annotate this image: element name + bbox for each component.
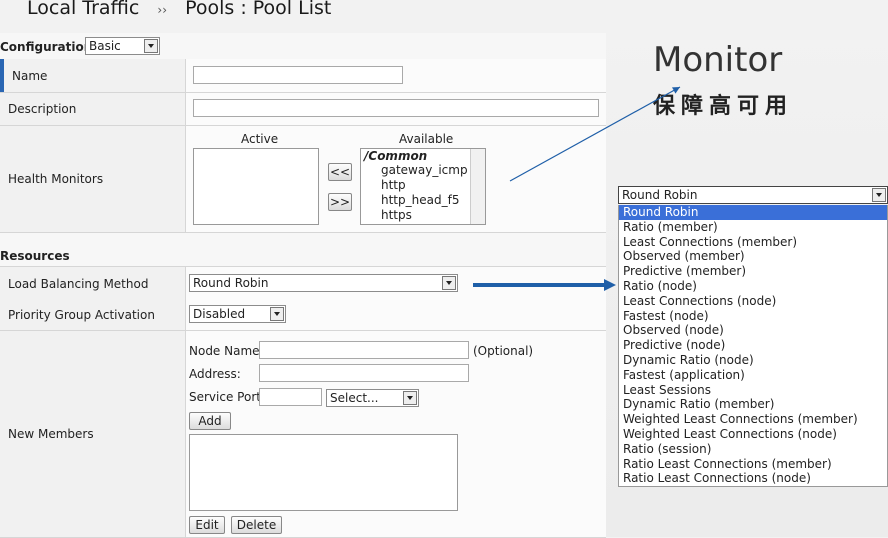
dropdown-option[interactable]: Dynamic Ratio (node) bbox=[619, 353, 887, 368]
dropdown-option[interactable]: Observed (node) bbox=[619, 323, 887, 338]
dropdown-option[interactable]: Fastest (application) bbox=[619, 368, 887, 383]
dropdown-option[interactable]: Least Sessions bbox=[619, 383, 887, 398]
dropdown-option[interactable]: Ratio Least Connections (node) bbox=[619, 471, 887, 486]
dropdown-selected[interactable]: Round Robin bbox=[618, 186, 888, 204]
monitor-arrow bbox=[509, 86, 681, 182]
load-balancing-dropdown[interactable]: Round Robin Round Robin Ratio (member) Lea… bbox=[618, 186, 888, 488]
dropdown-option[interactable]: Ratio Least Connections (member) bbox=[619, 457, 887, 472]
dropdown-option[interactable]: Predictive (member) bbox=[619, 264, 887, 279]
dropdown-option[interactable]: Weighted Least Connections (node) bbox=[619, 427, 887, 442]
dropdown-option[interactable]: Predictive (node) bbox=[619, 338, 887, 353]
dropdown-option[interactable]: Ratio (member) bbox=[619, 220, 887, 235]
dropdown-option[interactable]: Fastest (node) bbox=[619, 309, 887, 324]
dropdown-option[interactable]: Least Connections (member) bbox=[619, 235, 887, 250]
lb-arrow-head bbox=[604, 279, 616, 291]
dropdown-option[interactable]: Round Robin bbox=[619, 205, 887, 220]
chevron-down-icon bbox=[872, 188, 886, 202]
dropdown-option[interactable]: Weighted Least Connections (member) bbox=[619, 412, 887, 427]
dropdown-option[interactable]: Least Connections (node) bbox=[619, 294, 887, 309]
dropdown-options[interactable]: Round Robin Ratio (member) Least Connectio… bbox=[618, 205, 888, 488]
dropdown-option[interactable]: Ratio (session) bbox=[619, 442, 887, 457]
dropdown-option[interactable]: Ratio (node) bbox=[619, 279, 887, 294]
dropdown-option[interactable]: Dynamic Ratio (member) bbox=[619, 397, 887, 412]
dropdown-option[interactable]: Observed (member) bbox=[619, 249, 887, 264]
dropdown-selected-value: Round Robin bbox=[622, 188, 698, 202]
dropdown-toggle[interactable] bbox=[871, 187, 887, 203]
